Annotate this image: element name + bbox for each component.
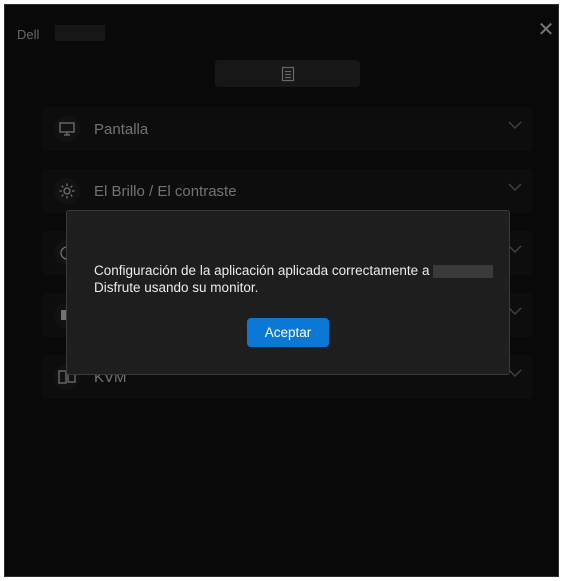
monitor-name-redacted — [433, 264, 494, 278]
confirmation-dialog: Configuración de la aplicación aplicada … — [66, 210, 510, 375]
dialog-message: Configuración de la aplicación aplicada … — [94, 262, 494, 296]
dialog-message-line2: Disfrute usando su monitor. — [94, 280, 259, 295]
app-window: Dell ✕ Pantalla El Brillo / El contraste — [4, 4, 559, 577]
dialog-message-line1: Configuración de la aplicación aplicada … — [94, 263, 430, 278]
accept-button[interactable]: Aceptar — [247, 318, 329, 347]
